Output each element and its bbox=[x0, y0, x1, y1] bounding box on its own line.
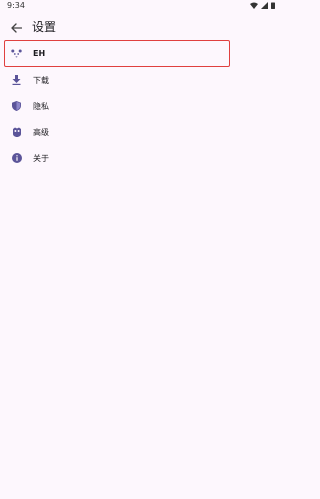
menu-item-label: 下载 bbox=[33, 75, 49, 85]
status-time: 9:34 bbox=[7, 1, 25, 10]
menu-item-about[interactable]: 关于 bbox=[0, 145, 281, 171]
page-title: 设置 bbox=[32, 20, 57, 34]
settings-menu: EH 下载 隐私 高级 关于 bbox=[0, 40, 281, 171]
arrow-back-icon bbox=[10, 18, 22, 37]
menu-item-privacy[interactable]: 隐私 bbox=[0, 93, 281, 119]
menu-item-advanced[interactable]: 高级 bbox=[0, 119, 281, 145]
owl-icon bbox=[11, 127, 22, 138]
status-bar: 9:34 bbox=[0, 0, 281, 14]
menu-item-label: 高级 bbox=[33, 127, 49, 137]
back-button[interactable] bbox=[9, 20, 23, 34]
battery-icon bbox=[271, 2, 275, 11]
menu-item-label: EH bbox=[33, 49, 46, 58]
menu-item-eh[interactable]: EH bbox=[4, 40, 230, 67]
menu-item-label: 隐私 bbox=[33, 101, 49, 111]
status-icons bbox=[250, 2, 275, 11]
panda-icon bbox=[11, 48, 22, 59]
wifi-icon bbox=[250, 2, 258, 11]
app-bar: 设置 bbox=[0, 14, 281, 40]
download-icon bbox=[11, 75, 22, 86]
shield-icon bbox=[11, 101, 22, 112]
menu-item-label: 关于 bbox=[33, 153, 49, 163]
signal-icon bbox=[261, 2, 268, 11]
info-icon bbox=[11, 153, 22, 164]
menu-item-download[interactable]: 下载 bbox=[0, 67, 281, 93]
